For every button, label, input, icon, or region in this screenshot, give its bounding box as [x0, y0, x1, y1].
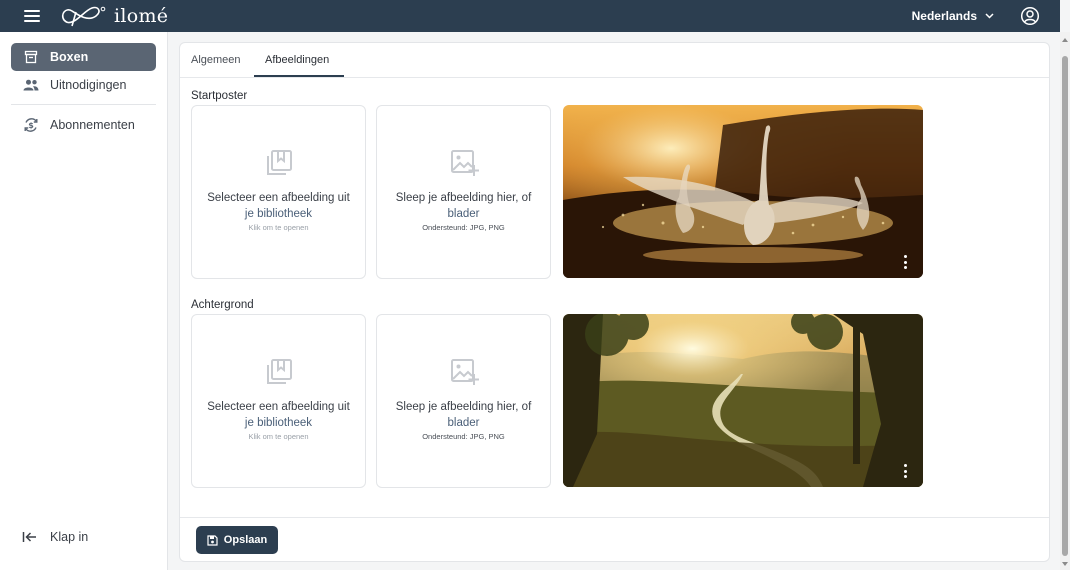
select-from-library-tile[interactable]: Selecteer een afbeelding uit je biblioth…	[191, 105, 366, 279]
tile-text: Sleep je afbeelding hier, of blader	[381, 190, 546, 222]
tab-bar: Algemeen Afbeeldingen	[180, 43, 1049, 78]
tab-algemeen[interactable]: Algemeen	[191, 54, 241, 66]
select-from-library-tile[interactable]: Selecteer een afbeelding uit je biblioth…	[191, 314, 366, 488]
browse-link[interactable]: blader	[381, 206, 546, 222]
section-title-startposter: Startposter	[191, 90, 248, 102]
archive-icon	[22, 48, 40, 66]
top-app-bar: ilomé Nederlands	[0, 0, 1060, 32]
tile-hint: Ondersteund: JPG, PNG	[422, 223, 505, 232]
tile-line: je bibliotheek	[244, 208, 313, 220]
tab-afbeeldingen[interactable]: Afbeeldingen	[265, 54, 329, 66]
sidebar-item-label: Abonnementen	[50, 118, 135, 132]
sidebar-item-label: Boxen	[50, 50, 89, 64]
tile-hint: Klik om te openen	[248, 432, 309, 441]
more-options-icon[interactable]	[901, 464, 909, 478]
subscription-icon: $	[22, 116, 40, 134]
background-image-preview	[563, 314, 923, 487]
logo-text: ilomé	[114, 5, 169, 27]
language-selector[interactable]: Nederlands	[912, 9, 994, 23]
sidebar-item-boxen[interactable]: Boxen	[11, 43, 156, 71]
section-title-achtergrond: Achtergrond	[191, 299, 254, 311]
active-tab-indicator	[254, 75, 344, 77]
tile-text: Selecteer een afbeelding uit je biblioth…	[196, 399, 361, 431]
sidebar: Boxen Uitnodigingen $ Abonnementen Klap …	[0, 32, 168, 570]
vertical-scrollbar[interactable]	[1060, 32, 1070, 570]
browse-link[interactable]: blader	[381, 415, 546, 431]
collapse-sidebar-button[interactable]: Klap in	[22, 530, 88, 544]
tile-text: Sleep je afbeelding hier, of blader	[381, 399, 546, 431]
tile-line: Sleep je afbeelding hier, of	[395, 401, 532, 413]
collapse-left-icon	[22, 532, 36, 542]
main-card: Algemeen Afbeeldingen Startposter Select…	[179, 42, 1050, 562]
people-icon	[22, 76, 40, 94]
sidebar-item-uitnodigingen[interactable]: Uitnodigingen	[11, 71, 156, 99]
sidebar-item-label: Uitnodigingen	[50, 78, 127, 92]
language-label: Nederlands	[911, 9, 977, 23]
collapse-label: Klap in	[50, 530, 89, 544]
photo-library-icon	[266, 150, 292, 175]
startposter-image-preview	[563, 105, 923, 278]
chevron-down-icon	[985, 13, 994, 19]
hamburger-menu-icon[interactable]	[22, 6, 42, 26]
scroll-up-arrow-icon[interactable]	[1062, 38, 1068, 42]
account-circle-icon[interactable]	[1020, 6, 1040, 26]
add-image-icon	[450, 359, 479, 385]
upload-dropzone-tile[interactable]: Sleep je afbeelding hier, of blader Onde…	[376, 314, 551, 488]
tile-hint: Ondersteund: JPG, PNG	[422, 432, 505, 441]
logo-infinity-icon	[61, 6, 106, 27]
scroll-down-arrow-icon[interactable]	[1062, 562, 1068, 566]
tile-line: Selecteer een afbeelding uit	[207, 401, 350, 413]
add-image-icon	[450, 150, 479, 176]
sidebar-item-abonnementen[interactable]: $ Abonnementen	[11, 111, 156, 139]
save-icon	[207, 534, 218, 546]
more-options-icon[interactable]	[901, 255, 909, 269]
tile-line: je bibliotheek	[244, 417, 313, 429]
photo-library-icon	[266, 359, 292, 384]
svg-text:$: $	[28, 121, 34, 130]
save-label: Opslaan	[223, 534, 268, 546]
tile-hint: Klik om te openen	[248, 223, 309, 232]
tile-line: Sleep je afbeelding hier, of	[395, 192, 532, 204]
save-button[interactable]: Opslaan	[196, 526, 278, 554]
logo: ilomé	[58, 4, 168, 28]
upload-dropzone-tile[interactable]: Sleep je afbeelding hier, of blader Onde…	[376, 105, 551, 279]
sidebar-divider	[11, 104, 156, 105]
tile-line: Selecteer een afbeelding uit	[207, 192, 350, 204]
scrollbar-thumb[interactable]	[1062, 56, 1068, 556]
footer-divider	[180, 517, 1049, 518]
tile-text: Selecteer een afbeelding uit je biblioth…	[196, 190, 361, 222]
